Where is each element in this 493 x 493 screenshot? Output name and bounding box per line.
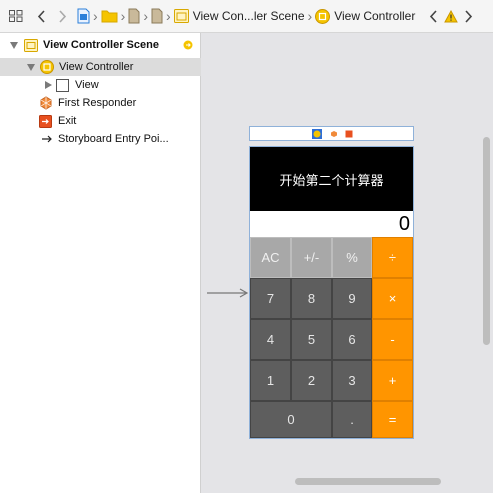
key-multiply[interactable]: ×: [372, 278, 413, 319]
project-file-icon[interactable]: [77, 8, 90, 24]
disclosure-down-icon[interactable]: [27, 63, 35, 71]
outline-item-view[interactable]: View: [0, 76, 201, 94]
scene-icon[interactable]: [173, 9, 189, 23]
breadcrumb-scene[interactable]: View Con...ler Scene: [193, 9, 305, 23]
view-controller-icon[interactable]: [315, 8, 331, 24]
calculator-display: 0: [250, 211, 413, 237]
storyboard-file-icon[interactable]: [151, 8, 163, 24]
key-ac[interactable]: AC: [250, 237, 291, 278]
key-4[interactable]: 4: [250, 319, 291, 360]
key-6[interactable]: 6: [332, 319, 372, 360]
key-0[interactable]: 0: [250, 401, 332, 438]
chevron-right-icon: ›: [93, 8, 98, 24]
outline-item-first-responder[interactable]: First Responder: [0, 94, 201, 112]
warning-icon[interactable]: [444, 9, 459, 23]
go-arrow-icon[interactable]: [183, 40, 193, 50]
key-plus-minus[interactable]: +/-: [291, 237, 332, 278]
outline-label: View: [75, 79, 99, 91]
scene-icon: [24, 38, 38, 52]
breadcrumb-view-controller[interactable]: View Controller: [334, 9, 415, 23]
view-controller-icon[interactable]: [312, 129, 322, 139]
folder-icon[interactable]: [101, 9, 118, 23]
outline-label: View Controller: [59, 61, 134, 73]
exit-icon[interactable]: [345, 130, 353, 138]
disclosure-down-icon[interactable]: [10, 41, 18, 49]
view-controller-icon: [40, 60, 54, 74]
arrow-right-icon: [42, 135, 52, 143]
key-7[interactable]: 7: [250, 278, 291, 319]
key-decimal[interactable]: .: [332, 401, 372, 438]
outline-item-scene[interactable]: View Controller Scene: [0, 36, 201, 54]
document-outline: View Controller Scene View Controller Vi…: [0, 33, 201, 493]
issue-forward-icon[interactable]: [464, 9, 473, 23]
key-8[interactable]: 8: [291, 278, 332, 319]
vertical-scrollbar[interactable]: [483, 137, 490, 345]
key-percent[interactable]: %: [332, 237, 372, 278]
view-controller-scene-view[interactable]: 开始第二个计算器 0 AC +/- % ÷ 7 8 9 × 4 5 6 - 1 …: [249, 146, 414, 439]
key-2[interactable]: 2: [291, 360, 332, 401]
entry-point-arrow-icon[interactable]: [207, 288, 249, 298]
disclosure-right-icon[interactable]: [45, 81, 52, 89]
key-equals[interactable]: =: [372, 401, 413, 438]
chevron-right-icon: ›: [307, 8, 313, 24]
outline-item-view-controller[interactable]: View Controller: [0, 58, 201, 76]
key-divide[interactable]: ÷: [372, 237, 413, 278]
jump-bar: › › › › View Con...ler Scene › View Cont…: [0, 0, 493, 33]
issue-back-icon[interactable]: [429, 9, 438, 23]
forward-arrow-icon[interactable]: [58, 9, 67, 23]
chevron-right-icon: ›: [166, 8, 171, 24]
calculator-title: 开始第二个计算器: [250, 147, 413, 211]
key-plus[interactable]: +: [372, 360, 413, 401]
outline-label: First Responder: [58, 97, 137, 109]
outline-item-exit[interactable]: Exit: [0, 112, 201, 130]
first-responder-icon[interactable]: [330, 130, 338, 138]
chevron-right-icon: ›: [143, 8, 149, 24]
outline-label: Exit: [58, 115, 77, 127]
outline-item-storyboard-entry[interactable]: Storyboard Entry Poi...: [0, 130, 201, 148]
key-3[interactable]: 3: [332, 360, 372, 401]
outline-label: Storyboard Entry Poi...: [58, 133, 169, 145]
outline-label: View Controller Scene: [43, 39, 159, 51]
horizontal-scrollbar[interactable]: [295, 478, 441, 485]
key-9[interactable]: 9: [332, 278, 372, 319]
key-5[interactable]: 5: [291, 319, 332, 360]
first-responder-icon: [40, 96, 52, 110]
key-1[interactable]: 1: [250, 360, 291, 401]
chevron-right-icon: ›: [120, 8, 126, 24]
scene-dock: [249, 126, 414, 141]
group-file-icon[interactable]: [128, 8, 140, 24]
related-items-icon[interactable]: [9, 10, 23, 22]
exit-icon: [39, 114, 52, 128]
key-minus[interactable]: -: [372, 319, 413, 360]
view-icon: [56, 78, 69, 92]
back-arrow-icon[interactable]: [37, 9, 46, 23]
